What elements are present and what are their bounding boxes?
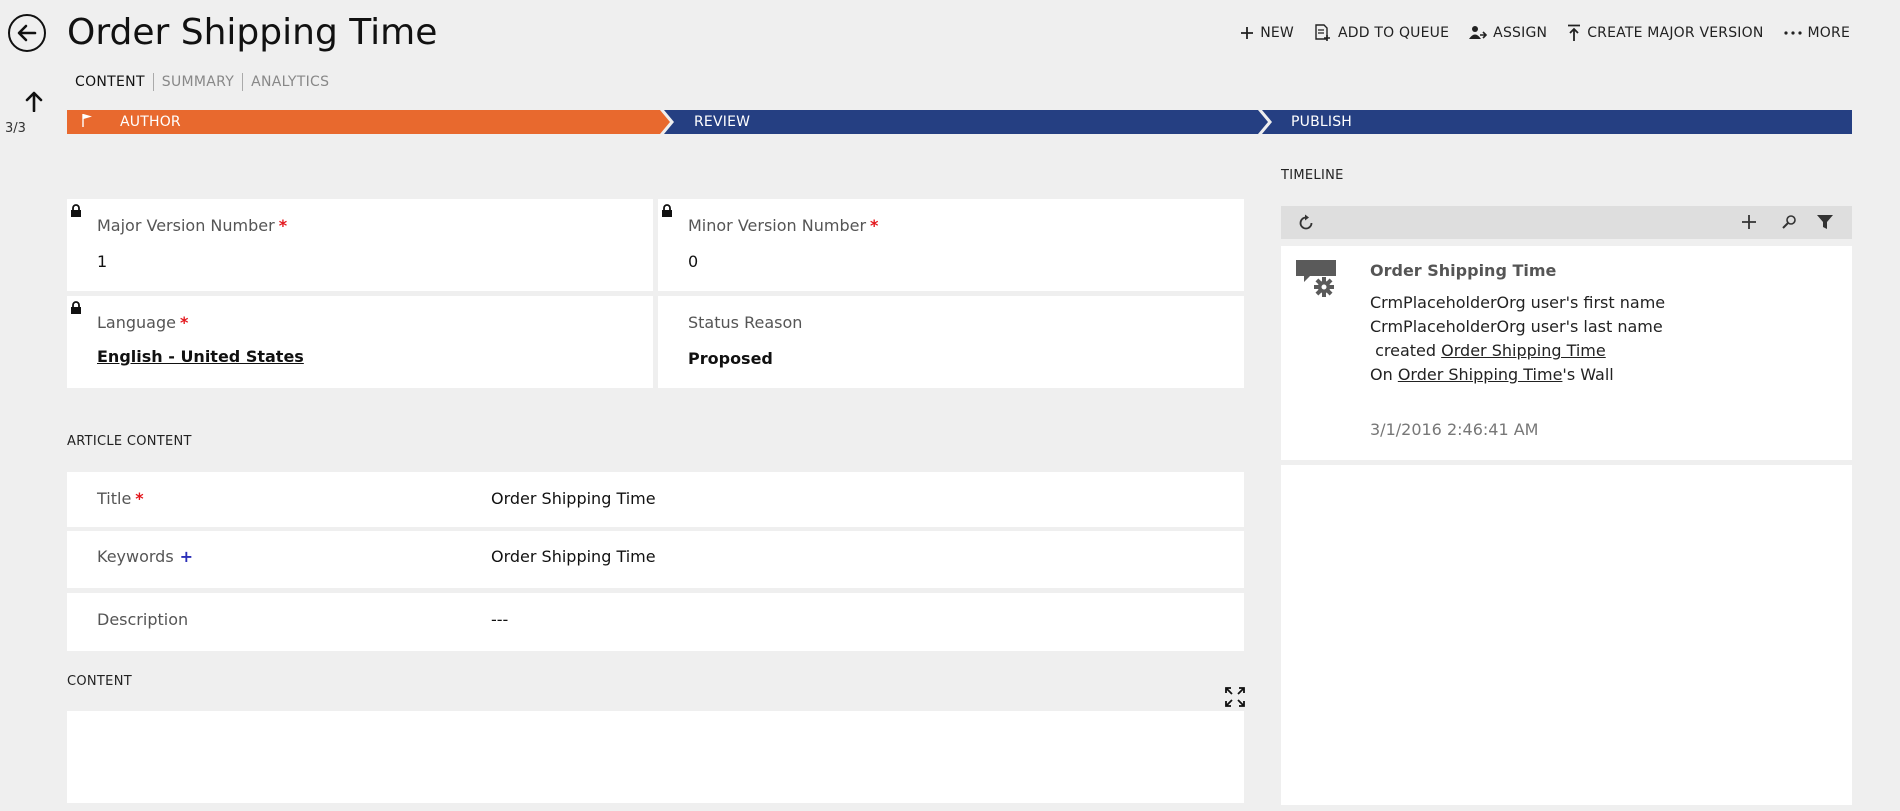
lock-icon [662,204,672,217]
major-version-label: Major Version Number * [97,216,288,235]
minor-version-label: Minor Version Number * [688,216,879,235]
stage-review-shape[interactable] [664,110,1268,134]
lock-icon [71,204,81,217]
tab-summary[interactable]: SUMMARY [154,74,242,90]
timeline-toolbar [1281,206,1852,239]
major-version-field[interactable]: Major Version Number * 1 [67,199,653,291]
post-created-line: created Order Shipping Time [1375,341,1606,360]
recommended-indicator: + [179,547,194,566]
keywords-value: Order Shipping Time [491,547,656,566]
post-wall-link[interactable]: Order Shipping Time [1398,365,1563,384]
post-title: Order Shipping Time [1370,261,1557,280]
more-button[interactable]: MORE [1783,25,1850,41]
page-title: Order Shipping Time [67,12,438,53]
status-reason-value: Proposed [688,349,773,368]
stage-author-label: AUTHOR [120,114,181,130]
timeline-empty-area [1281,465,1852,805]
more-dots-icon [1783,31,1802,35]
form-tabs: CONTENT SUMMARY ANALYTICS [75,73,337,91]
post-wall-line: On Order Shipping Time's Wall [1370,365,1614,384]
filter-icon[interactable] [1816,214,1834,230]
more-label: MORE [1807,25,1850,41]
create-major-version-label: CREATE MAJOR VERSION [1587,25,1764,41]
language-field[interactable]: Language * English - United States [67,296,653,388]
language-label: Language * [97,313,189,332]
tab-content[interactable]: CONTENT [75,74,153,90]
command-bar: NEW ADD TO QUEUE ASSIGN CREATE MAJOR VER… [1240,24,1850,42]
back-button[interactable] [8,14,46,52]
post-record-link[interactable]: Order Shipping Time [1441,341,1606,360]
title-field[interactable]: Title * Order Shipping Time [67,472,1244,527]
new-button-label: NEW [1260,25,1294,41]
tab-analytics[interactable]: ANALYTICS [243,74,337,90]
system-post-icon [1296,260,1336,297]
status-reason-field[interactable]: Status Reason Proposed [658,296,1244,388]
refresh-icon[interactable] [1297,214,1315,232]
post-body: CrmPlaceholderOrg user's first name CrmP… [1370,291,1810,387]
search-icon[interactable] [1781,214,1797,230]
timeline-heading: TIMELINE [1281,168,1344,183]
stage-publish-label: PUBLISH [1291,114,1353,130]
record-pager: 3/3 [5,121,26,136]
lock-icon [71,301,81,314]
previous-record-button[interactable] [24,90,44,116]
timeline-post[interactable]: Order Shipping Time CrmPlaceholderOrg us… [1281,246,1852,460]
post-author-line: CrmPlaceholderOrg user's first name CrmP… [1370,293,1666,336]
add-to-queue-label: ADD TO QUEUE [1337,25,1450,41]
title-label: Title * [97,489,144,508]
arrow-up-icon [25,91,43,113]
stage-chevrons [67,110,1852,134]
major-version-value: 1 [97,252,108,271]
assign-button[interactable]: ASSIGN [1469,25,1547,41]
required-indicator: * [179,313,189,332]
content-editor[interactable] [67,711,1244,803]
create-major-version-button[interactable]: CREATE MAJOR VERSION [1567,24,1763,42]
article-content-heading: ARTICLE CONTENT [67,434,192,449]
description-value: --- [491,610,509,629]
language-link[interactable]: English - United States [97,347,304,366]
minor-version-field[interactable]: Minor Version Number * 0 [658,199,1244,291]
assign-label: ASSIGN [1493,25,1548,41]
keywords-field[interactable]: Keywords + Order Shipping Time [67,531,1244,588]
description-field[interactable]: Description --- [67,593,1244,651]
required-indicator: * [135,489,144,508]
plus-icon [1241,27,1254,39]
add-to-queue-icon [1315,24,1330,41]
required-indicator: * [278,216,288,235]
upload-icon [1568,24,1581,41]
add-to-queue-button[interactable]: ADD TO QUEUE [1314,24,1449,42]
post-timestamp: 3/1/2016 2:46:41 AM [1370,420,1539,439]
assign-user-icon [1469,26,1488,39]
minor-version-value: 0 [688,252,699,271]
description-label: Description [97,610,189,629]
keywords-label: Keywords + [97,547,194,566]
required-indicator: * [870,216,879,235]
add-icon[interactable] [1741,214,1757,230]
content-heading: CONTENT [67,674,132,689]
new-button[interactable]: NEW [1240,25,1294,41]
process-stage-bar: AUTHOR REVIEW PUBLISH [67,110,1852,134]
expand-button[interactable] [1225,687,1245,711]
title-value: Order Shipping Time [491,489,656,508]
arrow-left-icon [17,24,37,42]
status-reason-label: Status Reason [688,313,803,332]
stage-review-label: REVIEW [694,114,751,130]
expand-icon [1225,687,1245,707]
